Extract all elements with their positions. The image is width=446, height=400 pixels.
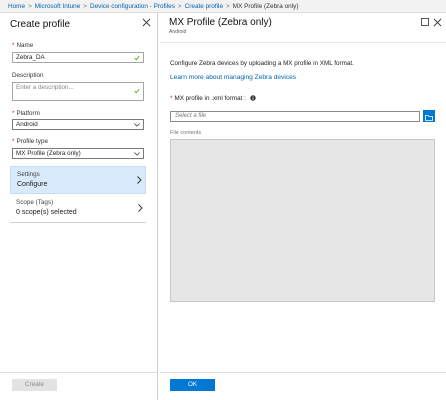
ok-button[interactable]: OK (170, 379, 215, 391)
name-value: Zebra_DA (16, 54, 45, 61)
browse-folder-button[interactable] (423, 110, 435, 122)
info-icon[interactable] (250, 95, 256, 101)
file-placeholder: Select a file (175, 113, 207, 119)
breadcrumb-separator: > (28, 3, 32, 10)
scope-subtitle: 0 scope(s) selected (16, 209, 77, 216)
breadcrumb-home[interactable]: Home (8, 3, 25, 10)
create-button[interactable]: Create (12, 379, 57, 391)
profile-type-value: MX Profile (Zebra only) (16, 150, 81, 157)
chevron-down-icon (134, 123, 140, 127)
scope-title: Scope (Tags) (16, 199, 54, 206)
create-profile-blade: Create profile * Name Zebra_DA Descriptio… (0, 13, 158, 400)
settings-subtitle: Configure (17, 181, 48, 188)
platform-select[interactable]: Android (12, 119, 144, 130)
breadcrumb-intune[interactable]: Microsoft Intune (35, 3, 80, 10)
chevron-down-icon (134, 152, 140, 156)
scope-tags-nav-item[interactable]: Scope (Tags) 0 scope(s) selected (10, 195, 146, 223)
name-field[interactable]: Zebra_DA (12, 52, 144, 63)
description-label: Description (12, 72, 44, 79)
breadcrumb: Home > Microsoft Intune > Device configurati… (0, 0, 446, 13)
chevron-right-icon (138, 204, 143, 212)
breadcrumb-separator: > (226, 3, 230, 10)
description-text: Configure Zebra devices by uploading a M… (170, 60, 354, 67)
maximize-icon[interactable] (421, 18, 429, 26)
file-contents-area (170, 139, 435, 302)
learn-more-link[interactable]: Learn more about managing Zebra devices (170, 74, 296, 81)
blade-title: MX Profile (Zebra only) (169, 17, 272, 28)
platform-label: * Platform (12, 110, 40, 117)
folder-icon (425, 114, 433, 121)
close-icon[interactable] (142, 18, 151, 27)
mx-profile-label: * MX profile in .xml format : (170, 95, 256, 102)
blade-header: MX Profile (Zebra only) Android (160, 13, 446, 43)
breadcrumb-current: MX Profile (Zebra only) (232, 3, 299, 10)
profile-type-select[interactable]: MX Profile (Zebra only) (12, 148, 144, 159)
blade-title: Create profile (10, 19, 71, 30)
platform-value: Android (16, 121, 38, 128)
close-icon[interactable] (433, 18, 442, 27)
check-icon (134, 55, 140, 61)
file-select-input[interactable]: Select a file (170, 111, 420, 122)
file-contents-label: File contents (170, 130, 202, 136)
breadcrumb-separator: > (83, 3, 87, 10)
settings-nav-item[interactable]: Settings Configure (10, 166, 146, 194)
ok-footer: OK (160, 372, 446, 400)
breadcrumb-device-configuration[interactable]: Device configuration - Profiles (90, 3, 175, 10)
mx-profile-blade: MX Profile (Zebra only) Android Configur… (160, 13, 446, 400)
profile-type-label: * Profile type (12, 138, 48, 145)
check-icon (134, 88, 140, 94)
breadcrumb-separator: > (177, 3, 182, 10)
breadcrumb-create-profile[interactable]: Create profile (185, 3, 223, 10)
chevron-right-icon (137, 176, 142, 184)
description-placeholder: Enter a description... (16, 84, 74, 91)
description-field[interactable]: Enter a description... (12, 82, 144, 101)
create-footer: Create (0, 372, 158, 400)
blade-subtitle: Android (169, 29, 187, 35)
name-label: * Name (12, 42, 34, 49)
settings-title: Settings (17, 171, 40, 178)
